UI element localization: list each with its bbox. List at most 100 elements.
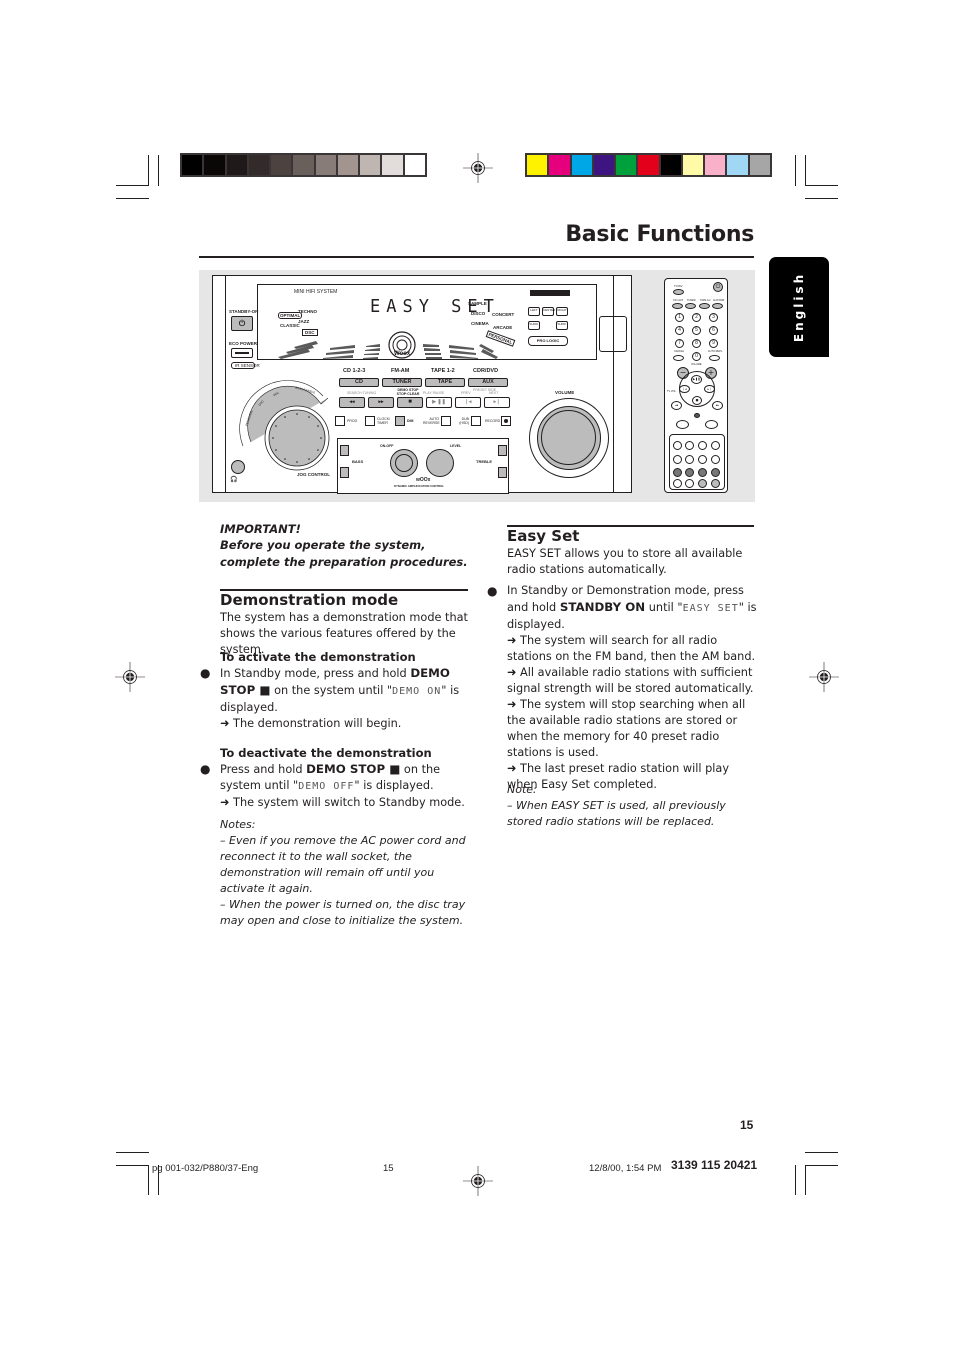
remote-lower-button[interactable] xyxy=(711,479,720,488)
color-swatch xyxy=(682,155,704,175)
crop-mark xyxy=(805,1152,838,1153)
demo-stop-button[interactable]: ■ xyxy=(397,397,423,408)
remote-forward-button[interactable]: ▸▸ xyxy=(712,401,723,410)
demo-section: Demonstration mode The system has a demo… xyxy=(220,590,470,658)
mode-concert: CONCERT xyxy=(492,312,515,317)
color-swatch xyxy=(404,155,425,175)
woox-label: wOOx xyxy=(416,477,431,483)
remote-key-9[interactable]: 9 xyxy=(709,339,718,348)
prev-label: PREV xyxy=(461,391,471,395)
remote-lower-button[interactable] xyxy=(673,455,682,464)
footer-page: 15 xyxy=(383,1163,394,1174)
remote-key-1[interactable]: 1 xyxy=(675,313,684,322)
remote-prev-button[interactable]: ❘◂ xyxy=(679,385,690,393)
woox-on-off-knob[interactable] xyxy=(390,449,418,477)
remote-key-5[interactable]: 5 xyxy=(692,326,701,335)
bass-up-button[interactable] xyxy=(340,445,349,456)
auto-reverse-button[interactable] xyxy=(441,416,451,426)
remote-lower-button[interactable] xyxy=(711,468,720,477)
eco-power-button[interactable] xyxy=(231,348,253,358)
headphone-jack[interactable] xyxy=(231,460,245,474)
remote-left-oval-button[interactable] xyxy=(676,420,689,429)
remote-play-pause-button[interactable]: ▶❚❚ xyxy=(691,375,702,384)
remote-aux-button[interactable] xyxy=(712,303,723,309)
play-pause-button[interactable]: ▶ ❚❚ xyxy=(426,397,452,408)
remote-lower-button[interactable] xyxy=(698,468,707,477)
treble-down-button[interactable] xyxy=(498,467,507,478)
record-button[interactable] xyxy=(501,416,511,426)
remote-lower-button[interactable] xyxy=(685,441,694,450)
color-swatch xyxy=(727,155,748,175)
record-label: RECORD xyxy=(485,419,501,423)
easy-set-result: ➜ The system will stop searching when al… xyxy=(507,698,746,759)
search-forward-button[interactable]: ▸▸ xyxy=(368,397,394,408)
remote-right-oval-button[interactable] xyxy=(705,420,718,429)
color-swatch xyxy=(527,155,548,175)
important-text: Before you operate the system, complete … xyxy=(220,538,468,569)
remote-key-2[interactable]: 2 xyxy=(692,313,701,322)
volume-knob[interactable] xyxy=(537,406,601,470)
remote-key-7[interactable]: 7 xyxy=(675,339,684,348)
woox-level-knob[interactable] xyxy=(426,449,454,477)
remote-lower-button[interactable] xyxy=(673,441,682,450)
remote-aux-label: AUX/CDR xyxy=(713,299,725,302)
crop-mark xyxy=(116,1165,149,1166)
remote-auto-repl-button[interactable] xyxy=(709,355,720,361)
remote-lower-button[interactable] xyxy=(685,479,694,488)
dynamic-amplification-label: DYNAMIC AMPLIFICATION CONTROL xyxy=(394,484,445,488)
search-back-button[interactable]: ◂◂ xyxy=(339,397,365,408)
note-item: – When the power is turned on, the disc … xyxy=(220,898,466,927)
remote-control: TV/AV ⏻ CD 1/2/3 TUNER TAPE 1/2 AUX/CDR … xyxy=(664,278,728,493)
mode-disco: DISCO xyxy=(471,311,486,316)
remote-cd-button[interactable] xyxy=(672,303,683,309)
dim-button[interactable] xyxy=(395,416,405,426)
source-label-tape: TAPE 1-2 xyxy=(431,368,455,374)
jog-control-dial[interactable] xyxy=(233,376,338,481)
remote-lower-button[interactable] xyxy=(698,479,707,488)
cd-button[interactable]: CD xyxy=(339,378,379,387)
remote-lower-button[interactable] xyxy=(698,455,707,464)
dub-button[interactable] xyxy=(471,416,481,426)
footer-doc-number: 3139 115 20421 xyxy=(671,1158,758,1172)
remote-mute-button[interactable] xyxy=(694,413,700,418)
remote-lower-button[interactable] xyxy=(673,479,682,488)
brand-label: MINI HIFI SYSTEM xyxy=(294,289,338,295)
next-label: NEXT xyxy=(489,391,499,395)
remote-key-6[interactable]: 6 xyxy=(709,326,718,335)
tape-button[interactable]: TAPE xyxy=(425,378,465,387)
remote-lower-button[interactable] xyxy=(711,455,720,464)
registration-mark-icon xyxy=(463,153,493,183)
remote-power-button[interactable]: ⏻ xyxy=(713,282,723,292)
remote-stop-button[interactable]: ■ xyxy=(692,396,702,405)
next-button[interactable]: ▸❘ xyxy=(484,397,510,408)
remote-rewind-button[interactable]: ◂◂ xyxy=(671,401,682,410)
remote-lower-button[interactable] xyxy=(685,468,694,477)
remote-tuner-button[interactable] xyxy=(685,303,696,309)
footer-timestamp: 12/8/00, 1:54 PM xyxy=(589,1163,662,1174)
remote-lower-button[interactable] xyxy=(698,441,707,450)
bass-down-button[interactable] xyxy=(340,467,349,478)
remote-key-4[interactable]: 4 xyxy=(675,326,684,335)
remote-tape-button[interactable] xyxy=(699,303,710,309)
aux-button[interactable]: AUX xyxy=(468,378,508,387)
remote-cancel-button[interactable] xyxy=(673,355,684,361)
treble-up-button[interactable] xyxy=(498,445,507,456)
remote-lower-button[interactable] xyxy=(685,455,694,464)
remote-key-0[interactable]: 0 xyxy=(692,352,701,361)
remote-lower-button[interactable] xyxy=(711,441,720,450)
remote-lower-button[interactable] xyxy=(673,468,682,477)
remote-key-3[interactable]: 3 xyxy=(709,313,718,322)
demo-section-title: Demonstration mode xyxy=(220,591,399,609)
prev-button[interactable]: ❘◂ xyxy=(455,397,481,408)
crop-mark xyxy=(805,1165,838,1166)
remote-tv-av-button[interactable] xyxy=(673,289,684,295)
remote-next-button[interactable]: ▸❘ xyxy=(704,385,715,393)
power-icon: ⏻ xyxy=(238,319,246,328)
volume-label: VOLUME xyxy=(555,390,575,395)
standby-on-button[interactable]: ⏻ xyxy=(231,316,253,331)
remote-cd-label: CD 1/2/3 xyxy=(673,299,683,302)
lcd-text-demo-on: DEMO ON xyxy=(392,686,442,697)
clock-timer-button[interactable] xyxy=(365,416,375,426)
remote-key-8[interactable]: 8 xyxy=(692,339,701,348)
tuner-button[interactable]: TUNER xyxy=(382,378,422,387)
